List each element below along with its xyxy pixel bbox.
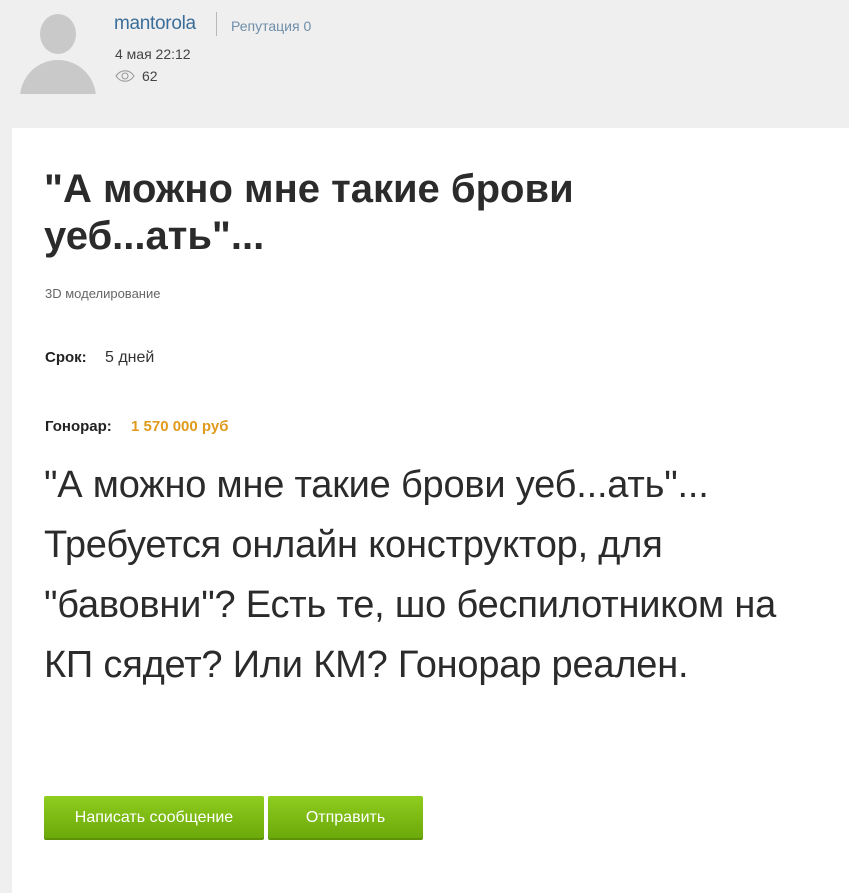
post-author-header: mantorola Репутация 0 4 мая 22:12 62 xyxy=(0,0,849,128)
post-date: 4 мая 22:12 xyxy=(115,46,191,62)
deadline-value: 5 дней xyxy=(105,349,155,366)
task-description: "А можно мне такие брови уеб...ать"... Т… xyxy=(44,464,777,686)
author-reputation: Репутация 0 xyxy=(231,18,312,34)
task-card: "А можно мне такие брови уеб...ать"... 3… xyxy=(12,128,849,893)
send-button[interactable]: Отправить xyxy=(268,796,423,840)
username-divider xyxy=(216,12,217,36)
deadline-label: Срок: xyxy=(45,349,87,366)
fee-label: Гонорар: xyxy=(45,418,112,435)
task-category[interactable]: 3D моделирование xyxy=(45,286,160,302)
avatar-shoulders-shape xyxy=(20,60,96,94)
author-username-link[interactable]: mantorola xyxy=(114,13,196,35)
fee-value: 1 570 000 руб xyxy=(131,418,229,435)
views-count: 62 xyxy=(142,68,158,84)
views-counter: 62 xyxy=(115,67,158,85)
avatar[interactable] xyxy=(20,14,96,94)
write-message-button[interactable]: Написать сообщение xyxy=(44,796,264,840)
task-title: "А можно мне такие брови уеб...ать"... xyxy=(44,167,574,258)
eye-icon xyxy=(115,70,135,82)
avatar-head-shape xyxy=(40,14,76,54)
